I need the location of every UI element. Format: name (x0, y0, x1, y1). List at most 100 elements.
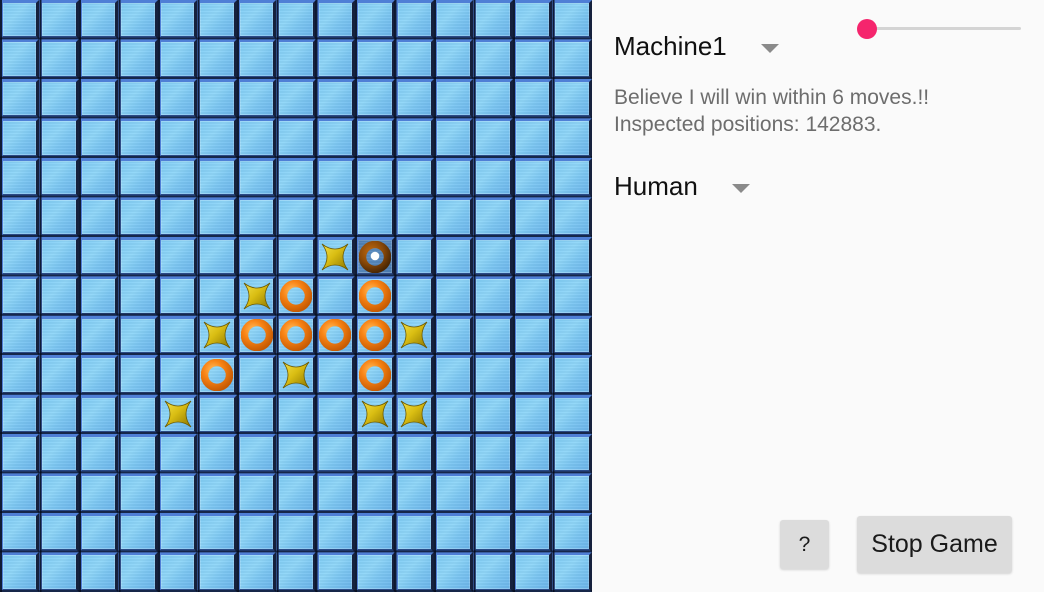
board-cell[interactable] (473, 118, 513, 158)
board-cell[interactable] (433, 0, 474, 40)
board-cell[interactable] (157, 78, 198, 119)
board-cell[interactable] (78, 78, 119, 119)
board-cell[interactable] (236, 552, 277, 592)
board-cell[interactable] (197, 118, 237, 158)
board-cell[interactable] (78, 118, 119, 158)
board-cell[interactable] (394, 394, 434, 434)
board-cell[interactable] (39, 197, 79, 237)
board-cell[interactable] (315, 355, 356, 395)
board-cell[interactable] (78, 433, 119, 474)
board-cell[interactable] (355, 197, 395, 237)
board-cell[interactable] (552, 236, 592, 277)
board-cell[interactable] (78, 473, 119, 513)
board-cell[interactable] (236, 0, 277, 40)
board-cell[interactable] (315, 78, 356, 119)
board-cell[interactable] (315, 276, 356, 316)
board-cell[interactable] (236, 118, 277, 158)
board-cell[interactable] (355, 394, 395, 434)
gomoku-board[interactable] (0, 0, 592, 592)
board-cell[interactable] (315, 39, 356, 79)
board-cell[interactable] (473, 433, 513, 474)
board-cell[interactable] (276, 39, 316, 79)
board-cell[interactable] (433, 78, 474, 119)
board-cell[interactable] (276, 552, 316, 592)
board-cell[interactable] (355, 276, 395, 316)
board-cell[interactable] (552, 78, 592, 119)
board-cell[interactable] (473, 473, 513, 513)
board-cell[interactable] (433, 394, 474, 434)
board-cell[interactable] (315, 315, 356, 356)
board-cell[interactable] (315, 394, 356, 434)
board-cell[interactable] (473, 236, 513, 277)
board-cell[interactable] (355, 0, 395, 40)
board-cell[interactable] (157, 473, 198, 513)
difficulty-slider[interactable] (857, 14, 1021, 42)
board-cell[interactable] (315, 552, 356, 592)
board-cell[interactable] (552, 512, 592, 553)
board-cell[interactable] (512, 197, 553, 237)
board-cell[interactable] (473, 394, 513, 434)
board-cell[interactable] (276, 473, 316, 513)
board-cell[interactable] (552, 433, 592, 474)
board-cell[interactable] (197, 512, 237, 553)
board-cell[interactable] (394, 78, 434, 119)
board-cell[interactable] (118, 236, 158, 277)
board-cell[interactable] (118, 355, 158, 395)
board-cell[interactable] (394, 512, 434, 553)
board-cell[interactable] (315, 118, 356, 158)
board-cell[interactable] (157, 552, 198, 592)
board-cell[interactable] (552, 39, 592, 79)
board-cell[interactable] (355, 118, 395, 158)
board-cell[interactable] (552, 0, 592, 40)
board-cell[interactable] (118, 118, 158, 158)
board-cell[interactable] (394, 39, 434, 79)
board-cell[interactable] (355, 473, 395, 513)
board-cell[interactable] (355, 355, 395, 395)
board-cell[interactable] (433, 433, 474, 474)
board-cell[interactable] (157, 433, 198, 474)
board-cell[interactable] (78, 236, 119, 277)
board-cell[interactable] (552, 118, 592, 158)
board-cell[interactable] (433, 236, 474, 277)
board-cell[interactable] (118, 433, 158, 474)
board-cell[interactable] (0, 157, 40, 198)
board-cell[interactable] (78, 394, 119, 434)
board-cell[interactable] (394, 118, 434, 158)
board-cell[interactable] (355, 433, 395, 474)
board-cell[interactable] (512, 552, 553, 592)
board-cell[interactable] (394, 157, 434, 198)
board-cell[interactable] (355, 315, 395, 356)
board-cell[interactable] (512, 315, 553, 356)
board-cell[interactable] (276, 157, 316, 198)
board-cell[interactable] (394, 236, 434, 277)
board-cell[interactable] (355, 78, 395, 119)
board-cell[interactable] (197, 433, 237, 474)
board-cell[interactable] (197, 78, 237, 119)
board-cell[interactable] (39, 552, 79, 592)
board-cell[interactable] (197, 276, 237, 316)
board-cell[interactable] (118, 0, 158, 40)
board-cell[interactable] (512, 512, 553, 553)
board-cell[interactable] (276, 355, 316, 395)
board-cell[interactable] (512, 78, 553, 119)
board-cell[interactable] (394, 552, 434, 592)
board-cell[interactable] (39, 512, 79, 553)
board-cell[interactable] (512, 118, 553, 158)
board-cell[interactable] (552, 276, 592, 316)
board-cell[interactable] (512, 473, 553, 513)
board-cell[interactable] (197, 355, 237, 395)
board-cell[interactable] (394, 276, 434, 316)
board-cell[interactable] (78, 552, 119, 592)
board-cell[interactable] (118, 197, 158, 237)
board-cell[interactable] (157, 0, 198, 40)
board-cell[interactable] (78, 197, 119, 237)
board-cell[interactable] (394, 315, 434, 356)
board-cell[interactable] (157, 236, 198, 277)
board-cell[interactable] (276, 315, 316, 356)
board-cell[interactable] (552, 473, 592, 513)
board-cell[interactable] (78, 276, 119, 316)
board-cell[interactable] (433, 276, 474, 316)
board-cell[interactable] (236, 394, 277, 434)
board-cell[interactable] (78, 512, 119, 553)
board-cell[interactable] (433, 118, 474, 158)
